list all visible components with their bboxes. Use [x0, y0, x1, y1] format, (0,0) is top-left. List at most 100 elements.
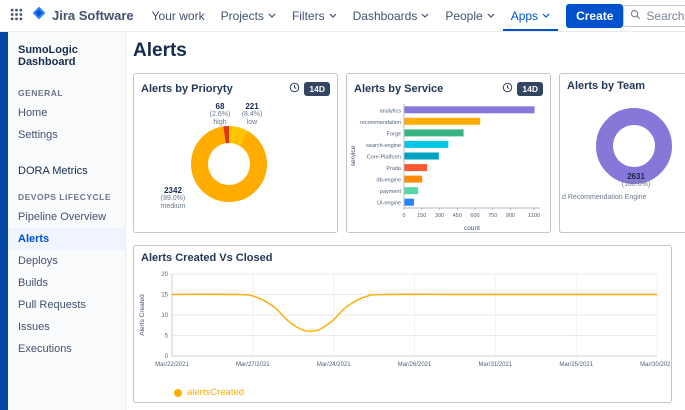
brand[interactable]: Jira Software	[31, 5, 134, 26]
cards-row: Alerts by Prioryty 14D 68 (2.6%) high	[133, 73, 685, 233]
app-rail	[0, 32, 8, 410]
sidebar-title: SumoLogic Dashboard	[8, 40, 125, 78]
search-input[interactable]	[646, 9, 685, 23]
card-title: Alerts by Team	[567, 80, 645, 92]
chevron-down-icon	[329, 13, 337, 18]
nav-item-projects[interactable]: Projects	[213, 0, 284, 31]
slice-value: 2631	[616, 172, 656, 181]
nav-item-filters[interactable]: Filters	[284, 0, 345, 31]
svg-text:450: 450	[453, 213, 462, 219]
time-range-badge[interactable]: 14D	[517, 82, 543, 96]
top-navbar: Jira Software Your work Projects Filters…	[0, 0, 685, 32]
card-title: Alerts by Prioryty	[141, 83, 233, 95]
clock-icon	[502, 80, 513, 98]
sidebar: SumoLogic Dashboard GENERAL Home Setting…	[8, 32, 126, 410]
slice-percent: (8.4%)	[234, 111, 270, 119]
svg-text:payment: payment	[380, 189, 402, 195]
svg-text:Mar/22/2021: Mar/22/2021	[155, 362, 189, 368]
sidebar-section-general: GENERAL	[8, 78, 125, 102]
chevron-down-icon	[487, 13, 495, 18]
sidebar-item-pipeline-overview[interactable]: Pipeline Overview	[8, 206, 125, 228]
svg-text:Mar/27/2021: Mar/27/2021	[236, 362, 270, 368]
svg-text:Mar/31/2021: Mar/31/2021	[478, 362, 512, 368]
sidebar-item-pull-requests[interactable]: Pull Requests	[8, 294, 125, 316]
svg-text:Mar/30/2021: Mar/30/2021	[640, 362, 671, 368]
svg-text:recommendation: recommendation	[360, 120, 401, 126]
primary-nav: Your work Projects Filters Dashboards Pe…	[144, 0, 558, 31]
slice-name: high	[202, 119, 238, 127]
svg-text:0: 0	[165, 354, 169, 360]
card-alerts-created-vs-closed: Alerts Created Vs Closed Mar/22/2021Mar/…	[133, 245, 672, 403]
slice-value: 68	[202, 102, 238, 111]
svg-text:300: 300	[435, 213, 444, 219]
slice-percent: (89.0%)	[150, 195, 196, 203]
svg-text:150: 150	[417, 213, 426, 219]
svg-text:600: 600	[470, 213, 479, 219]
svg-text:Core-Platform: Core-Platform	[367, 155, 402, 161]
card-alerts-by-team: Alerts by Team 2631 (100.0%) d Recommend…	[559, 73, 685, 233]
svg-text:15: 15	[161, 293, 168, 299]
main-content: Alerts Alerts by Prioryty 14D 68	[126, 32, 685, 410]
card-alerts-by-priority: Alerts by Prioryty 14D 68 (2.6%) high	[133, 73, 338, 233]
svg-text:Prada: Prada	[386, 166, 402, 172]
svg-text:Mar/24/2021: Mar/24/2021	[317, 362, 351, 368]
legend-label: alertsCreated	[187, 387, 244, 398]
svg-text:Forge: Forge	[387, 131, 401, 137]
nav-item-label: Dashboards	[353, 9, 418, 23]
create-button[interactable]: Create	[566, 4, 623, 28]
svg-text:UI-engine: UI-engine	[377, 201, 401, 207]
sidebar-item-issues[interactable]: Issues	[8, 316, 125, 338]
team-slice-name: d Recommendation Engine	[562, 194, 646, 201]
slice-name: low	[234, 119, 270, 127]
priority-donut-chart	[191, 126, 267, 207]
sidebar-item-builds[interactable]: Builds	[8, 272, 125, 294]
svg-text:Alerts Created: Alerts Created	[139, 294, 146, 336]
chevron-down-icon	[421, 13, 429, 18]
sidebar-item-settings[interactable]: Settings	[8, 124, 125, 146]
time-range-badge[interactable]: 14D	[304, 82, 330, 96]
sidebar-item-alerts[interactable]: Alerts	[8, 228, 125, 250]
brand-label: Jira Software	[52, 8, 134, 23]
priority-slice-label-low: 221 (8.4%) low	[234, 102, 270, 127]
svg-text:Mar/26/2021: Mar/26/2021	[398, 362, 432, 368]
card-title: Alerts by Service	[354, 83, 443, 95]
nav-item-your-work[interactable]: Your work	[144, 0, 213, 31]
nav-item-dashboards[interactable]: Dashboards	[345, 0, 438, 31]
page-title: Alerts	[133, 40, 685, 62]
sidebar-item-executions[interactable]: Executions	[8, 338, 125, 360]
svg-text:service: service	[350, 145, 357, 166]
svg-text:1100: 1100	[528, 213, 540, 219]
sidebar-item-home[interactable]: Home	[8, 102, 125, 124]
nav-item-apps[interactable]: Apps	[503, 0, 558, 31]
slice-percent: (2.6%)	[202, 111, 238, 119]
nav-item-label: Apps	[511, 9, 538, 23]
sidebar-item-deploys[interactable]: Deploys	[8, 250, 125, 272]
svg-text:Mar/25/2021: Mar/25/2021	[559, 362, 593, 368]
sidebar-item-dora-metrics[interactable]: DORA Metrics	[8, 160, 125, 182]
chevron-down-icon	[542, 13, 550, 18]
jira-logo-icon	[31, 5, 47, 26]
nav-item-label: Your work	[152, 9, 205, 23]
svg-text:db-engine: db-engine	[377, 178, 401, 184]
card-alerts-by-service: Alerts by Service 14D analyticsrecommend…	[346, 73, 551, 233]
alerts-created-line-chart: Mar/22/2021 Mar/27/2021 Mar/24/2021 Mar/26/…	[134, 266, 671, 383]
priority-slice-label-high: 68 (2.6%) high	[202, 102, 238, 127]
svg-text:20: 20	[161, 272, 168, 278]
nav-item-label: Projects	[221, 9, 264, 23]
nav-item-label: Filters	[292, 9, 325, 23]
service-bar-chart: analyticsrecommendationForgesearch-engin…	[347, 100, 550, 232]
svg-text:750: 750	[488, 213, 497, 219]
svg-text:0: 0	[402, 213, 405, 219]
sidebar-section-devops-lifecycle: DEVOPS LIFECYCLE	[8, 182, 125, 206]
svg-text:search-engine: search-engine	[366, 143, 401, 149]
search-icon	[630, 7, 641, 25]
nav-item-label: People	[445, 9, 482, 23]
team-slice-label: 2631 (100.0%)	[616, 172, 656, 189]
search-box	[623, 5, 685, 27]
card-title: Alerts Created Vs Closed	[141, 252, 272, 264]
svg-text:count: count	[464, 225, 480, 232]
slice-percent: (100.0%)	[616, 181, 656, 189]
slice-value: 221	[234, 102, 270, 111]
app-switcher-button[interactable]	[6, 4, 27, 28]
nav-item-people[interactable]: People	[437, 0, 502, 31]
